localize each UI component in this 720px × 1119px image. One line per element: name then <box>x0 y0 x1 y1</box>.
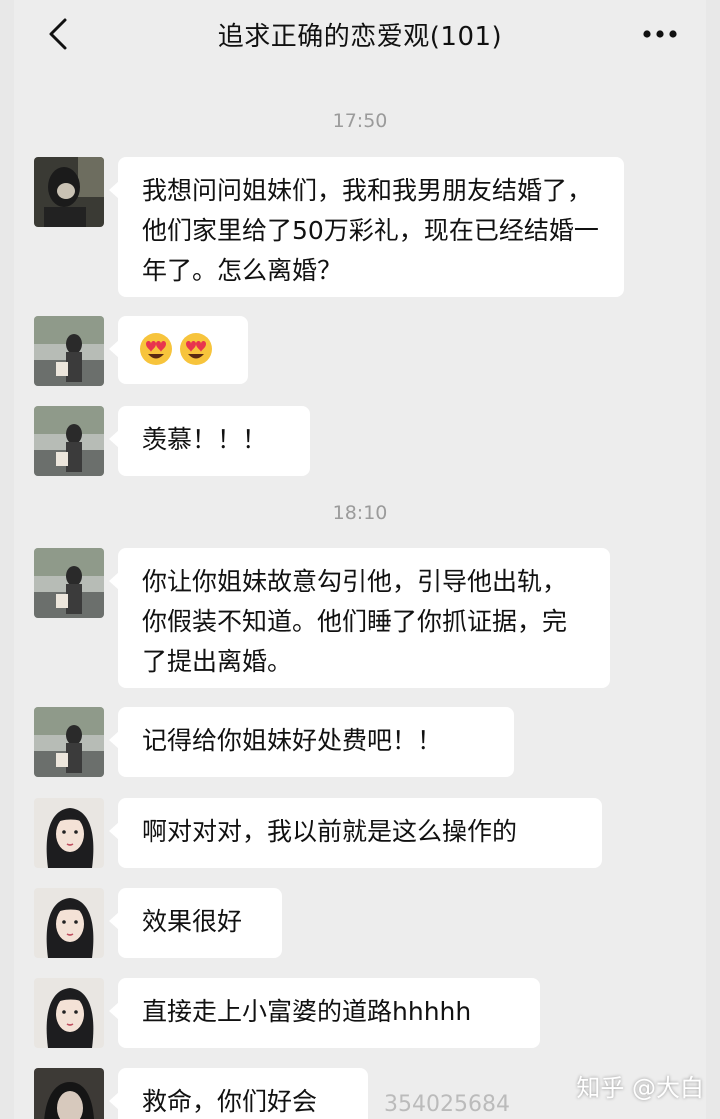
chevron-left-icon <box>49 18 67 50</box>
title-bar: 追求正确的恋爱观(101) <box>14 0 706 68</box>
message-text: 你让你姐妹故意勾引他，引导他出轨，你假装不知道。他们睡了你抓证据，完了提出离婚。 <box>142 567 568 676</box>
avatar-anime-girl-icon <box>34 978 104 1048</box>
avatar[interactable] <box>34 707 104 777</box>
message-text: 记得给你姐妹好处费吧！！ <box>142 726 443 755</box>
message-bubble[interactable] <box>109 316 248 384</box>
avatar-street-photo-icon <box>34 707 104 777</box>
watermark: 知乎 @大白 <box>576 1074 704 1102</box>
avatar-dark-portrait-icon <box>34 1068 104 1119</box>
avatar-anime-girl-icon <box>34 888 104 958</box>
timestamp: 17:50 <box>332 110 388 132</box>
avatar[interactable] <box>34 406 104 476</box>
chat-window: 追求正确的恋爱观(101) 17:50 我想问问姐妹们，我和我男朋友结婚了，他们… <box>14 0 706 1119</box>
message-text: 羡慕！！！ <box>142 425 268 454</box>
avatar[interactable] <box>34 1068 104 1119</box>
avatar[interactable] <box>34 316 104 386</box>
avatar-street-photo-icon <box>34 316 104 386</box>
more-button[interactable] <box>638 18 682 50</box>
avatar-dark-selfie-icon <box>34 157 104 227</box>
message-text: 救命，你们好会 <box>142 1087 318 1116</box>
page-title: 追求正确的恋爱观(101) <box>217 21 503 52</box>
message-text: 我想问问姐妹们，我和我男朋友结婚了，他们家里给了50万彩礼，现在已经结婚一年了。… <box>142 176 599 285</box>
avatar[interactable] <box>34 548 104 618</box>
message-bubble[interactable]: 我想问问姐妹们，我和我男朋友结婚了，他们家里给了50万彩礼，现在已经结婚一年了。… <box>109 157 624 297</box>
avatar-street-photo-icon <box>34 406 104 476</box>
avatar[interactable] <box>34 798 104 868</box>
heart-eyes-emoji-icon <box>140 333 172 365</box>
message-bubble[interactable]: 救命，你们好会 <box>109 1068 368 1119</box>
avatar[interactable] <box>34 978 104 1048</box>
message-bubble[interactable]: 你让你姐妹故意勾引他，引导他出轨，你假装不知道。他们睡了你抓证据，完了提出离婚。 <box>109 548 610 688</box>
message-bubble[interactable]: 直接走上小富婆的道路hhhhh <box>109 978 540 1048</box>
avatar-anime-girl-icon <box>34 798 104 868</box>
avatar-street-photo-icon <box>34 548 104 618</box>
timestamp: 18:10 <box>332 502 388 524</box>
message-bubble[interactable]: 效果很好 <box>109 888 282 958</box>
message-text: 直接走上小富婆的道路hhhhh <box>142 997 472 1026</box>
ellipsis-icon <box>643 30 677 38</box>
back-button[interactable] <box>40 16 76 52</box>
message-bubble[interactable]: 啊对对对，我以前就是这么操作的 <box>109 798 602 868</box>
message-text: 效果很好 <box>142 907 243 936</box>
avatar[interactable] <box>34 888 104 958</box>
message-text: 啊对对对，我以前就是这么操作的 <box>142 817 518 846</box>
message-bubble[interactable]: 羡慕！！！ <box>109 406 310 476</box>
avatar[interactable] <box>34 157 104 227</box>
heart-eyes-emoji-icon <box>180 333 212 365</box>
faint-overlay-number: 354025684 <box>384 1092 510 1117</box>
message-bubble[interactable]: 记得给你姐妹好处费吧！！ <box>109 707 514 777</box>
